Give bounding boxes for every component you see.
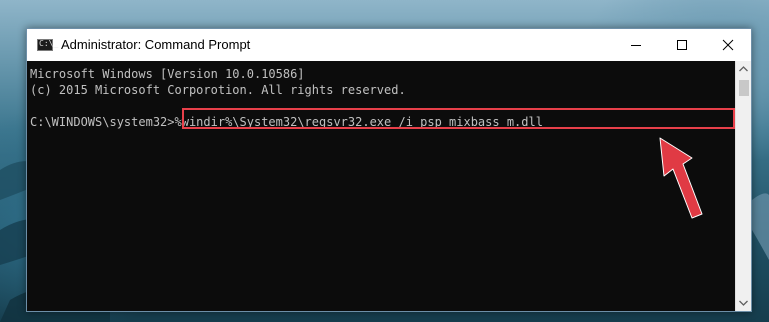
scroll-up-button[interactable] xyxy=(736,61,751,77)
maximize-button[interactable] xyxy=(659,29,705,61)
console-output[interactable]: Microsoft Windows [Version 10.0.10586] (… xyxy=(27,61,735,311)
close-button[interactable] xyxy=(705,29,751,61)
console-prompt: C:\WINDOWS\system32> xyxy=(30,115,175,129)
console-line-copyright: (c) 2015 Microsoft Corporotion. All righ… xyxy=(30,83,406,97)
maximize-icon xyxy=(677,40,687,50)
minimize-button[interactable] xyxy=(613,29,659,61)
title-bar[interactable]: C:\_ Administrator: Command Prompt xyxy=(27,29,751,61)
command-prompt-window[interactable]: C:\_ Administrator: Command Prompt Micro… xyxy=(26,28,752,312)
chevron-down-icon xyxy=(739,300,748,306)
vertical-scrollbar[interactable] xyxy=(735,61,751,311)
console-line-version: Microsoft Windows [Version 10.0.10586] xyxy=(30,67,305,81)
chevron-up-icon xyxy=(739,66,748,72)
close-icon xyxy=(722,39,734,51)
red-pointer-arrow-icon xyxy=(659,137,703,219)
window-title: Administrator: Command Prompt xyxy=(61,37,251,52)
minimize-icon xyxy=(631,45,641,46)
scroll-down-button[interactable] xyxy=(736,295,751,311)
scroll-thumb[interactable] xyxy=(739,80,749,96)
command-highlight-box xyxy=(182,108,735,129)
cmd-app-icon: C:\_ xyxy=(37,39,58,51)
